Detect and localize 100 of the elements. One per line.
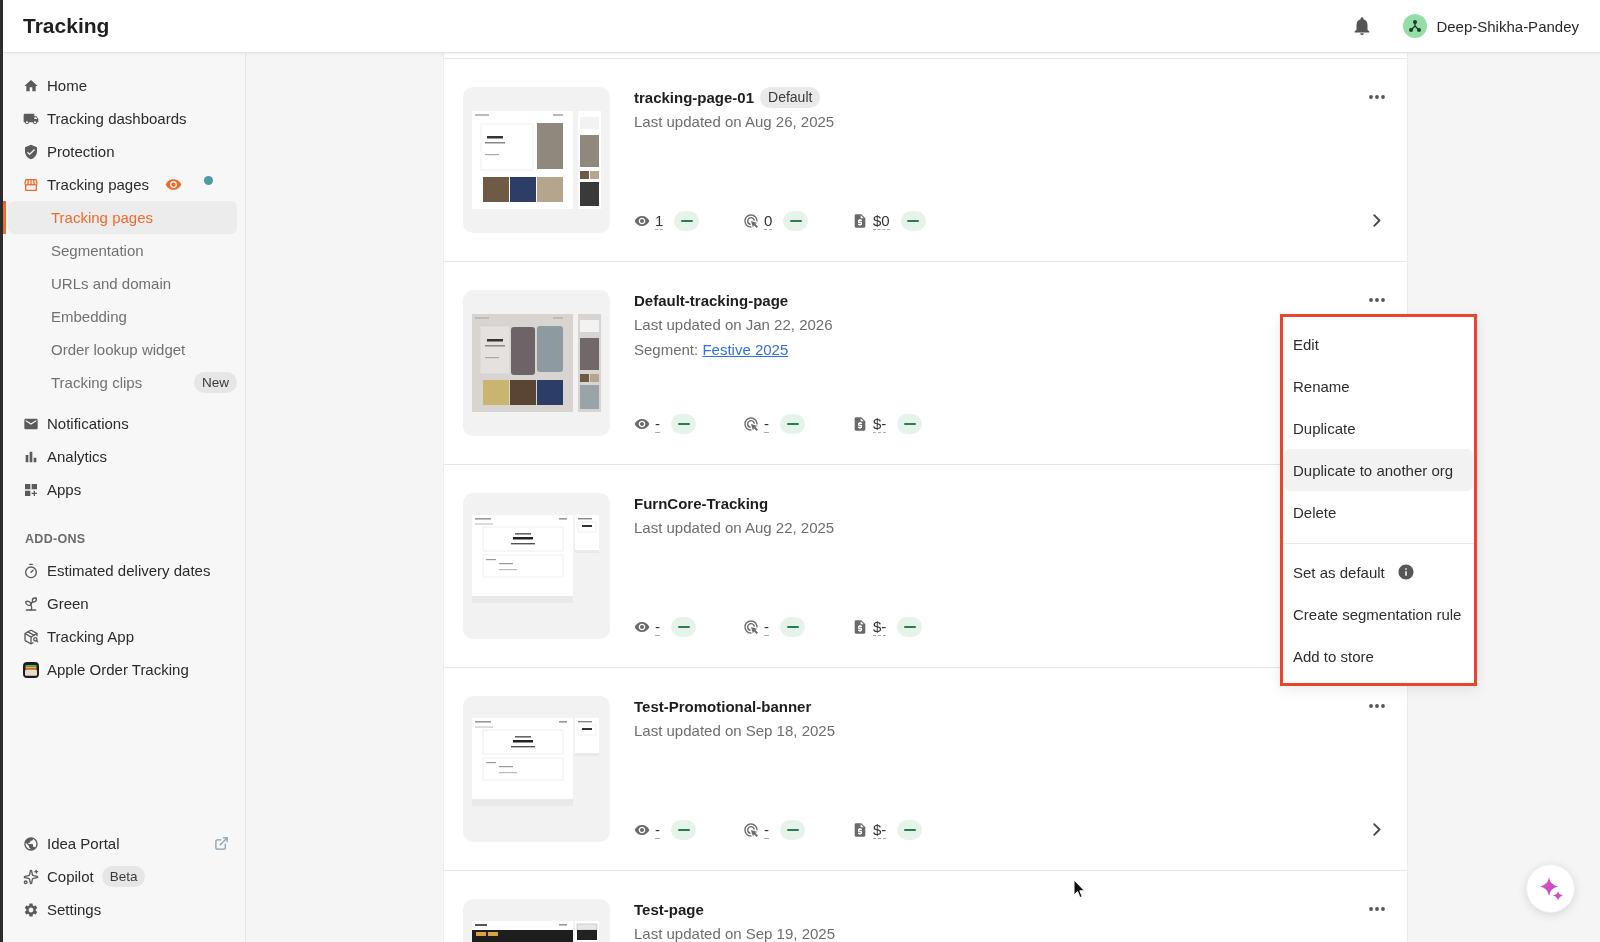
menu-item[interactable]: Duplicate xyxy=(1284,407,1473,449)
dash-pill-icon xyxy=(780,414,805,434)
sidebar-subitem[interactable]: Embedding xyxy=(51,300,127,333)
more-button[interactable] xyxy=(1369,704,1385,708)
dash-pill-icon xyxy=(897,617,923,637)
sidebar-item[interactable]: Tracking App xyxy=(23,626,134,647)
menu-item[interactable]: Add to store xyxy=(1284,635,1473,677)
dollar-document-icon xyxy=(852,822,868,838)
dollar-document-icon xyxy=(852,416,868,432)
open-button[interactable] xyxy=(1373,823,1381,836)
dash-pill-icon xyxy=(900,211,926,231)
page-name: tracking-page-01 xyxy=(634,88,755,106)
sparkle-icon xyxy=(23,868,39,885)
stat-value: - xyxy=(764,618,769,636)
sidebar-item[interactable]: Protection xyxy=(23,141,115,162)
storefront-icon xyxy=(23,176,39,193)
chevron-right-icon xyxy=(1373,214,1381,227)
label-badge: Default xyxy=(760,86,821,108)
sidebar-item[interactable]: Apps xyxy=(23,479,82,500)
info-icon[interactable] xyxy=(1396,563,1415,581)
dash-pill-icon xyxy=(783,211,809,231)
cursor-click-icon xyxy=(743,619,759,635)
more-icon xyxy=(1369,704,1385,708)
updated-date: Last updated on Aug 22, 2025 xyxy=(634,518,835,538)
sidebar-item[interactable]: Apple Order Tracking xyxy=(23,659,189,680)
open-button[interactable] xyxy=(1373,214,1381,227)
avatar-icon xyxy=(1403,14,1428,38)
active-indicator xyxy=(3,201,6,234)
chevron-right-icon xyxy=(1373,823,1381,836)
sidebar-subitem[interactable]: Segmentation xyxy=(51,234,144,267)
more-icon xyxy=(1369,298,1385,302)
page-name: Test-page xyxy=(634,900,704,918)
dollar-document-icon xyxy=(852,213,868,229)
updated-date: Last updated on Sep 18, 2025 xyxy=(634,721,835,741)
dollar-document-icon xyxy=(852,619,868,635)
stat-value: $0 xyxy=(873,212,890,230)
sidebar-item[interactable]: Copilot xyxy=(23,866,94,887)
sidebar-item[interactable]: Tracking dashboards xyxy=(23,108,187,129)
sidebar-item[interactable]: Analytics xyxy=(23,446,108,467)
menu-item[interactable]: Edit xyxy=(1284,323,1473,365)
eye-icon xyxy=(634,416,650,432)
assistant-button[interactable] xyxy=(1526,864,1575,913)
page-title: Tracking xyxy=(23,14,110,38)
menu-item[interactable]: Rename xyxy=(1284,365,1473,407)
cursor-click-icon xyxy=(743,822,759,838)
globe-icon xyxy=(23,835,39,852)
stat-value: - xyxy=(655,415,660,433)
dash-pill-icon xyxy=(671,414,696,434)
stat-value: - xyxy=(764,821,769,839)
more-button[interactable] xyxy=(1369,95,1385,99)
sidebar-subitem[interactable]: Tracking clips xyxy=(51,366,143,399)
stat-value: - xyxy=(655,821,660,839)
segment-text: Segment: Festive 2025 xyxy=(634,340,789,360)
eye-icon[interactable] xyxy=(165,176,182,193)
eye-icon xyxy=(634,619,650,635)
settings-icon xyxy=(23,901,39,918)
sidebar-subitem[interactable]: URLs and domain xyxy=(51,267,172,300)
sidebar-item[interactable]: Tracking pages xyxy=(23,174,149,195)
menu-item[interactable]: Delete xyxy=(1284,491,1473,533)
mouse-cursor-icon xyxy=(1073,879,1086,899)
stat-value: $- xyxy=(873,618,887,636)
section-heading: ADD-ONS xyxy=(25,531,86,548)
menu-item[interactable]: Duplicate to another org xyxy=(1284,449,1473,491)
menu-item[interactable]: Create segmentation rule xyxy=(1284,593,1473,635)
sidebar-item[interactable]: Estimated delivery dates xyxy=(23,560,211,581)
page-name: FurnCore-Tracking xyxy=(634,494,769,512)
more-button[interactable] xyxy=(1369,907,1385,911)
account-button[interactable]: Deep-Shikha-Pandey xyxy=(1403,14,1579,38)
dash-pill-icon xyxy=(671,820,696,840)
updated-date: Last updated on Aug 26, 2025 xyxy=(634,112,835,132)
cursor-click-icon xyxy=(743,416,759,432)
sidebar-item[interactable]: Green xyxy=(23,593,89,614)
label-badge: New xyxy=(194,372,237,393)
more-button[interactable] xyxy=(1369,298,1385,302)
package-search-icon xyxy=(23,628,39,645)
sidebar-item[interactable]: Home xyxy=(23,75,87,96)
stat-value: 0 xyxy=(764,212,773,230)
sidebar-subitem[interactable]: Order lookup widget xyxy=(51,333,186,366)
segment-link[interactable]: Festive 2025 xyxy=(702,341,789,358)
label-badge: Beta xyxy=(101,866,146,887)
dash-pill-icon xyxy=(897,414,923,434)
stat-value: - xyxy=(764,415,769,433)
eye-icon xyxy=(634,213,650,229)
cursor-click-icon xyxy=(743,213,759,229)
sidebar-item[interactable]: Settings xyxy=(23,899,102,920)
sidebar-item[interactable]: Notifications xyxy=(23,413,129,434)
stat-value: $- xyxy=(873,415,887,433)
shield-check-icon xyxy=(23,143,39,160)
menu-item[interactable]: Set as default xyxy=(1284,551,1473,593)
dash-pill-icon xyxy=(780,617,805,637)
dash-pill-icon xyxy=(671,617,696,637)
more-icon xyxy=(1369,907,1385,911)
stat-value: $- xyxy=(873,821,887,839)
updated-date: Last updated on Sep 19, 2025 xyxy=(634,924,835,942)
dash-pill-icon xyxy=(897,820,923,840)
stat-value: 1 xyxy=(655,212,664,230)
sidebar-item[interactable]: Idea Portal xyxy=(23,833,120,854)
grid-plus-icon xyxy=(23,481,39,498)
updated-date: Last updated on Jan 22, 2026 xyxy=(634,315,833,335)
home-icon xyxy=(23,77,39,94)
